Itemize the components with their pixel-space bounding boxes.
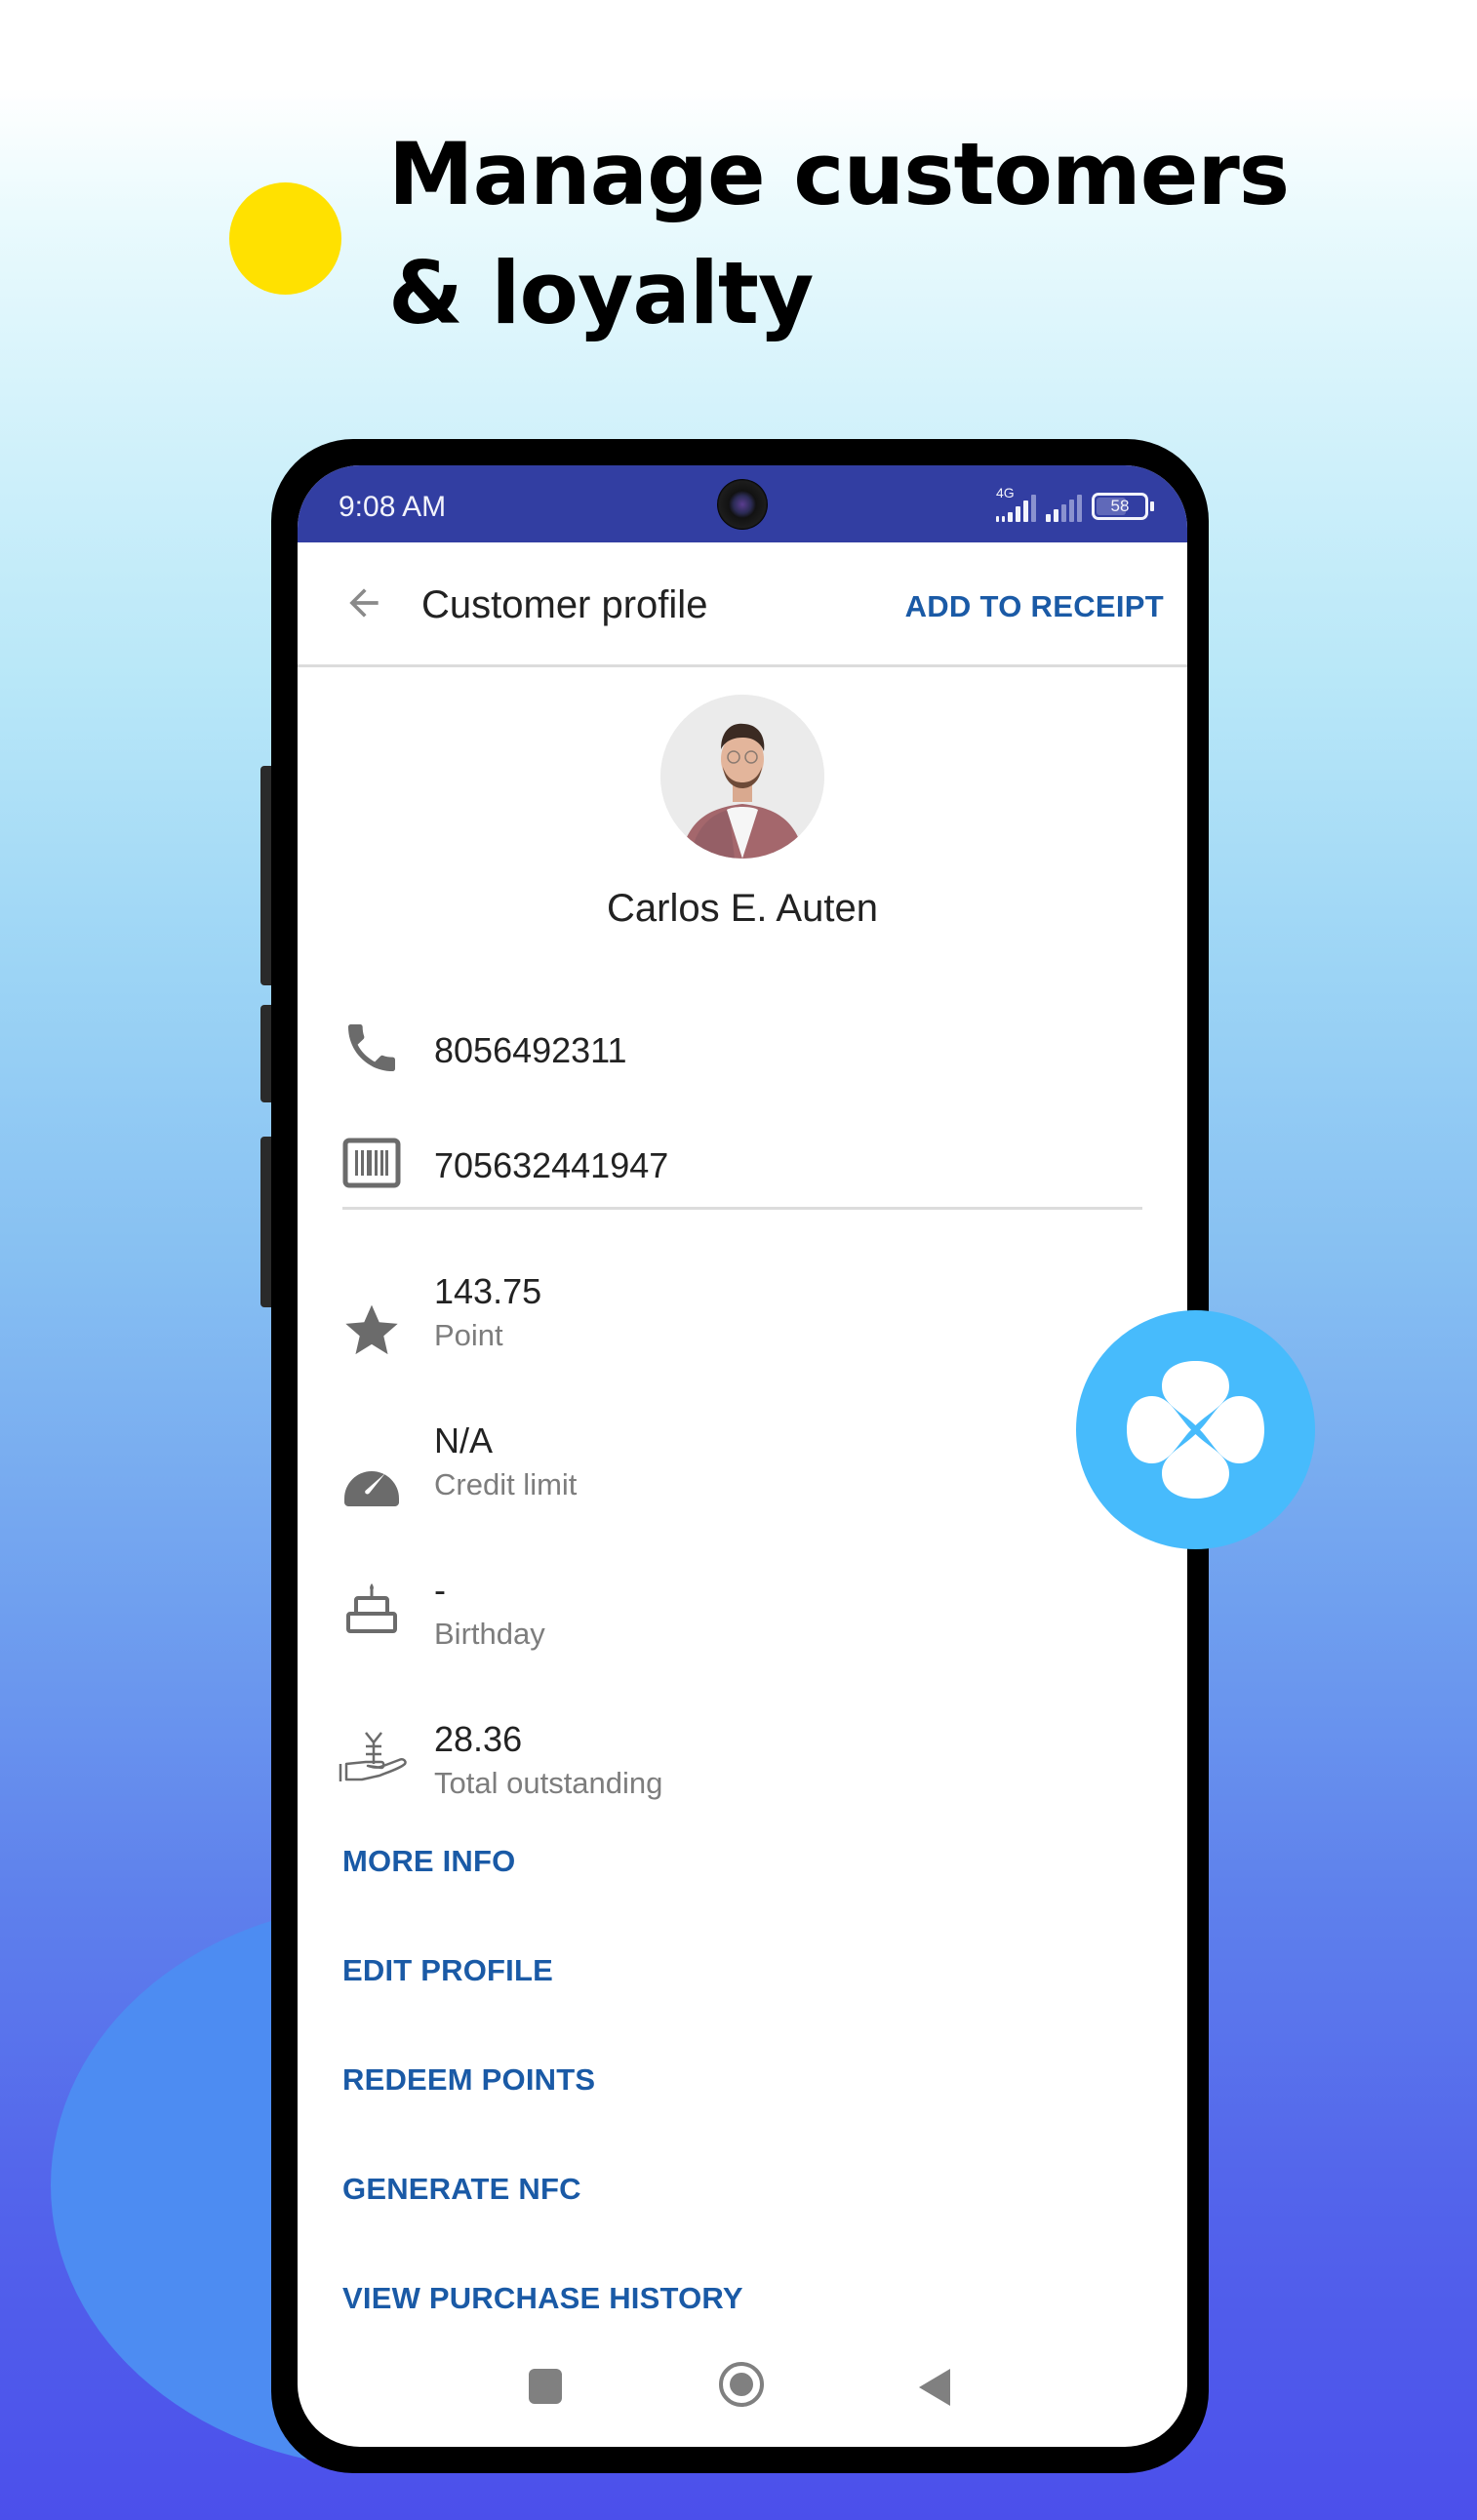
- system-nav-bar: [298, 2340, 1187, 2447]
- section-divider: [342, 1207, 1142, 1210]
- generate-nfc-button[interactable]: GENERATE NFC: [342, 2172, 581, 2207]
- birthday-value: -: [434, 1570, 446, 1610]
- redeem-points-button[interactable]: REDEEM POINTS: [342, 2062, 595, 2098]
- total-outstanding-value: 28.36: [434, 1719, 523, 1759]
- front-camera: [717, 479, 768, 530]
- phone-frame: 9:08 AM 4G 58 Customer profile ADD TO RE…: [271, 439, 1209, 2473]
- speedometer-icon: [340, 1450, 403, 1512]
- phone-screen: 9:08 AM 4G 58 Customer profile ADD TO RE…: [298, 465, 1187, 2447]
- birthday-label: Birthday: [434, 1617, 545, 1651]
- triangle-back-icon[interactable]: [919, 2369, 950, 2406]
- headline-line-1: Manage customers: [388, 124, 1290, 224]
- credit-limit-label: Credit limit: [434, 1467, 578, 1501]
- battery-icon: 58: [1092, 493, 1154, 520]
- page-title: Customer profile: [421, 583, 708, 626]
- avatar: [660, 695, 824, 859]
- star-icon: [340, 1299, 403, 1361]
- clover-logo-icon: [1127, 1361, 1264, 1499]
- phone-number: 8056492311: [434, 1030, 627, 1070]
- add-to-receipt-button[interactable]: ADD TO RECEIPT: [905, 589, 1164, 624]
- battery-level: 58: [1110, 497, 1130, 515]
- cake-icon: [340, 1578, 403, 1640]
- headline-line-2: & loyalty: [388, 243, 814, 343]
- view-purchase-history-button[interactable]: VIEW PURCHASE HISTORY: [342, 2281, 743, 2316]
- headline: Manage customers & loyalty: [388, 115, 1413, 353]
- circle-home-icon[interactable]: [719, 2362, 764, 2407]
- arrow-left-icon[interactable]: [342, 581, 385, 624]
- points-value: 143.75: [434, 1271, 542, 1311]
- points-label: Point: [434, 1318, 503, 1352]
- network-type-label: 4G: [996, 485, 1015, 500]
- cellular-signal-icon-2: [1046, 493, 1082, 522]
- phone-icon: [340, 1017, 403, 1079]
- cellular-signal-icon-1: 4G: [996, 485, 1036, 522]
- barcode-number: 705632441947: [434, 1145, 669, 1185]
- more-info-button[interactable]: MORE INFO: [342, 1844, 515, 1879]
- status-time: 9:08 AM: [339, 491, 447, 523]
- clover-logo-badge: [1076, 1310, 1315, 1549]
- hand-money-icon: [337, 1727, 411, 1789]
- app-bar: Customer profile ADD TO RECEIPT: [298, 542, 1187, 667]
- status-icons: 4G 58: [996, 483, 1154, 522]
- credit-limit-value: N/A: [434, 1420, 494, 1460]
- barcode-icon: [340, 1132, 403, 1194]
- square-icon[interactable]: [529, 2369, 562, 2404]
- yellow-dot-decoration: [229, 182, 341, 295]
- status-bar: 9:08 AM 4G 58: [298, 465, 1187, 542]
- edit-profile-button[interactable]: EDIT PROFILE: [342, 1953, 553, 1988]
- total-outstanding-label: Total outstanding: [434, 1766, 663, 1800]
- customer-name: Carlos E. Auten: [607, 887, 878, 930]
